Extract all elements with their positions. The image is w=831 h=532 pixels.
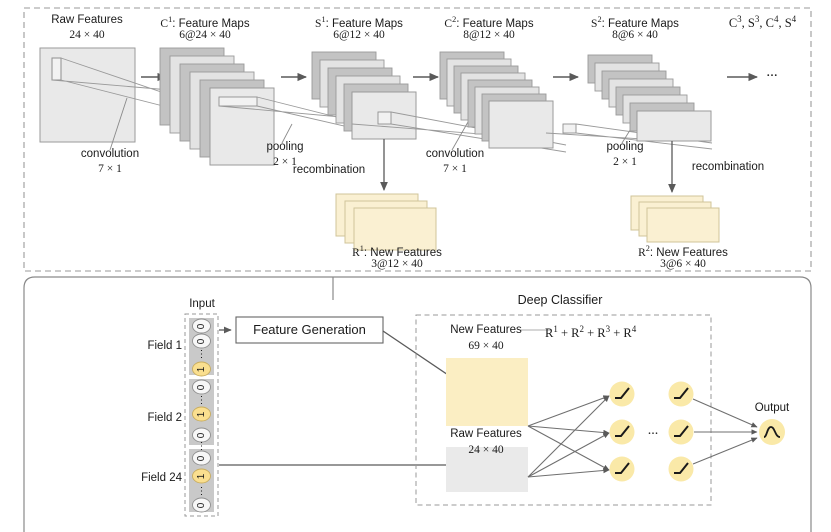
cell-value-one: 1 [196,411,207,418]
stage-dims-s2: 8@6 × 40 [612,29,658,41]
op-label-convolution-2: convolution [425,148,485,160]
new-features-dims: 69 × 40 [468,340,504,352]
op-param-convolution-2: 7 × 1 [443,163,467,175]
stage-dims-raw: 24 × 40 [69,29,105,41]
op-param-pooling-2: 2 × 1 [613,156,637,168]
recombination-label-1: recombination [292,164,366,176]
hidden-layer-ellipsis: ... [647,423,659,438]
cell-value-dots: ⋮ [196,441,207,452]
sum-label: R1 + R2 + R3 + R4 [545,324,637,341]
op-label-pooling-1: pooling [266,141,304,153]
cell-value-zero: 0 [196,502,207,509]
stage-dims-s1: 6@12 × 40 [333,29,385,41]
stage-dims-c1: 6@24 × 40 [179,29,231,41]
output-label: Output [754,402,790,414]
feature-generation-label[interactable]: Feature Generation [236,323,383,336]
cell-value-dots: ⋮ [196,349,207,360]
diagram-root: 0 0 ⋮ 1 0 ⋮ 1 0 ⋮ 0 1 ⋮ 0 Raw Features 2… [0,0,831,532]
cell-value-dots: ⋮ [196,395,207,406]
cell-value-one: 1 [196,366,207,373]
r1-dims: 3@12 × 40 [371,258,423,270]
cell-value-zero: 0 [196,338,207,345]
raw-features-dims: 24 × 40 [468,444,504,456]
deep-classifier-label: Deep Classifier [517,293,603,307]
cell-value-zero: 0 [196,323,207,330]
more-stages-ellipsis: ... [766,64,778,80]
stage-title-raw: Raw Features [51,14,123,26]
op-label-convolution-1: convolution [80,148,140,160]
stage-dims-c2: 8@12 × 40 [463,29,515,41]
cell-value-one: 1 [196,473,207,480]
cell-value-zero: 0 [196,455,207,462]
cell-value-zero: 0 [196,384,207,391]
new-features-title: New Features [450,324,522,336]
field-label-24: Field 24 [141,472,182,484]
op-label-pooling-2: pooling [606,141,644,153]
input-label: Input [189,298,215,310]
field-label-2: Field 2 [147,412,182,424]
stage-title-more: C3, S3, C4, S4 [728,14,797,31]
raw-features-title: Raw Features [450,428,522,440]
op-param-convolution-1: 7 × 1 [98,163,122,175]
recombination-label-2: recombination [691,161,765,173]
field-label-1: Field 1 [147,340,182,352]
r2-dims: 3@6 × 40 [660,258,706,270]
cell-value-dots: ⋮ [196,486,207,497]
